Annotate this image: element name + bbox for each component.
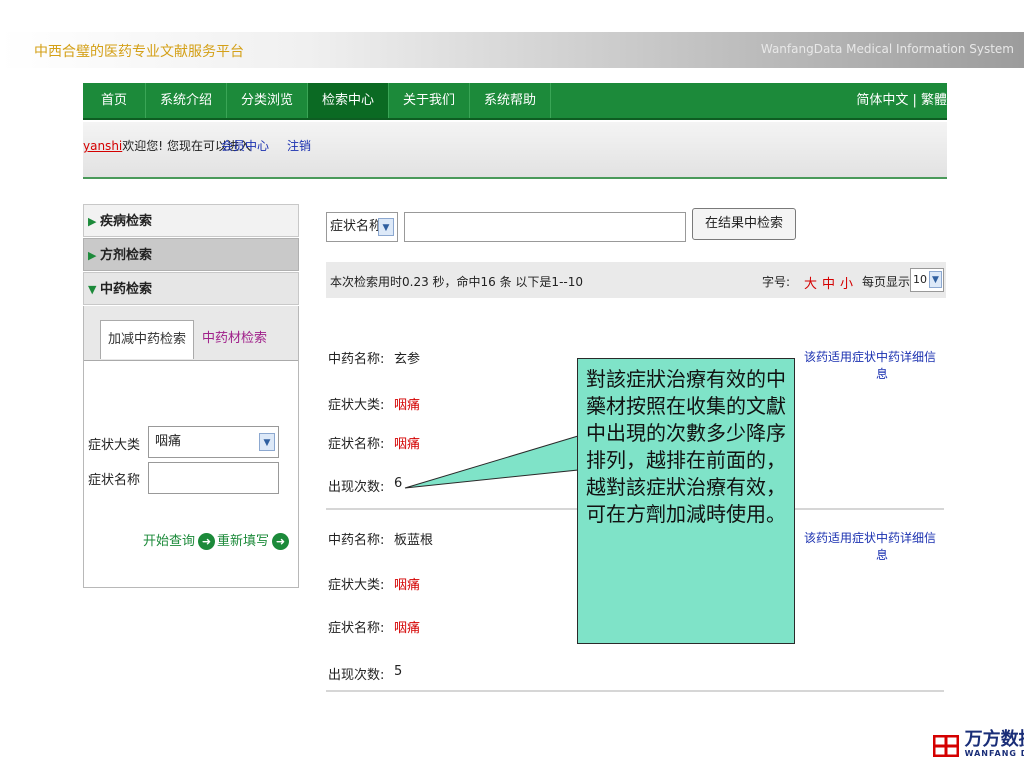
wanfang-logo: 万方数据 WANFANG DATA bbox=[932, 731, 1024, 761]
callout-pointer bbox=[404, 435, 579, 489]
logo-mark-icon bbox=[932, 735, 959, 757]
annotation-callout: 對該症狀治療有效的中藥材按照在收集的文獻中出現的次數多少降序排列，越排在前面的，… bbox=[577, 358, 795, 644]
logo-text-en: WANFANG DATA bbox=[964, 749, 1024, 758]
logo-text-cn: 万方数据 bbox=[964, 729, 1024, 750]
